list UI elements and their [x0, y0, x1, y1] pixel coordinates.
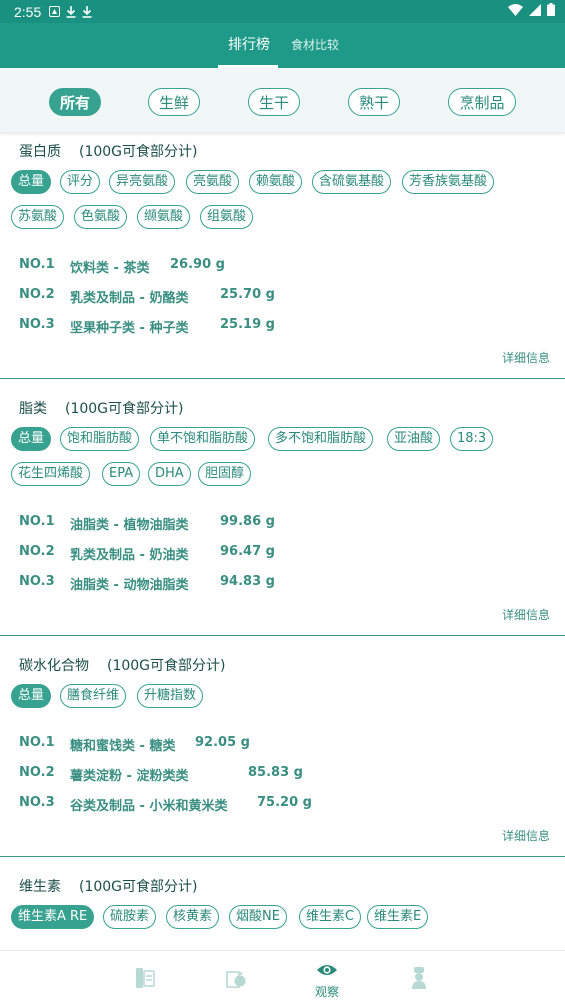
- nutrient-chip[interactable]: 维生素C: [299, 905, 362, 929]
- filter-cooked-dried[interactable]: 熟干: [348, 88, 400, 116]
- nav-ingredients[interactable]: [206, 951, 266, 1005]
- eye-icon: [317, 965, 337, 975]
- nutrient-chip[interactable]: 硫胺素: [103, 905, 157, 929]
- nutrient-chip[interactable]: 烟酸NE: [229, 905, 287, 929]
- fruit-basket-icon: [226, 971, 246, 988]
- nutrient-chip[interactable]: 维生素A RE: [11, 905, 95, 929]
- nutrient-chip[interactable]: 组氨酸: [200, 205, 254, 229]
- tab-ranking[interactable]: 排行榜: [228, 23, 270, 68]
- nutrient-chip[interactable]: 含硫氨基酸: [312, 170, 392, 194]
- nutrient-chip[interactable]: 膳食纤维: [60, 684, 127, 708]
- rank-value: 99.86 g: [220, 514, 275, 529]
- nutrient-chip[interactable]: 赖氨酸: [249, 170, 303, 194]
- nutrient-chip-total[interactable]: 总量: [11, 427, 52, 451]
- nutrient-chip[interactable]: 胆固醇: [198, 462, 252, 486]
- status-bar: 2:55: [0, 0, 565, 23]
- category-filter-bar: 所有 生鲜 生干 熟干 烹制品: [0, 68, 565, 132]
- details-link[interactable]: 详细信息: [502, 827, 550, 844]
- nutrient-chip[interactable]: 苏氨酸: [11, 205, 65, 229]
- nutrient-chip[interactable]: 缬氨酸: [137, 205, 191, 229]
- nav-calculator[interactable]: [115, 951, 175, 1005]
- nutrient-chip[interactable]: 核黄素: [166, 905, 220, 929]
- nutrient-chip[interactable]: EPA: [102, 462, 141, 486]
- rank-value: 26.90 g: [170, 257, 225, 272]
- filter-all[interactable]: 所有: [49, 88, 101, 116]
- signal-icon: [529, 3, 541, 16]
- filter-fresh[interactable]: 生鲜: [148, 88, 200, 116]
- rank-value: 25.70 g: [220, 287, 275, 302]
- nutrient-chip[interactable]: DHA: [148, 462, 191, 486]
- nutrient-chip[interactable]: 评分: [60, 170, 101, 194]
- filter-raw-dried[interactable]: 生干: [248, 88, 300, 116]
- nutrient-chip[interactable]: 异亮氨酸: [109, 170, 176, 194]
- tab-ingredient-compare[interactable]: 食材比较: [291, 23, 339, 68]
- section-title: 碳水化合物 (100G可食部分计): [19, 658, 226, 674]
- vitamin-section: 维生素 (100G可食部分计) 维生素A RE 硫胺素 核黄素 烟酸NE 维生素C…: [0, 867, 565, 950]
- section-divider: [0, 378, 565, 379]
- download-icon: [82, 5, 92, 18]
- nutrient-chip[interactable]: 饱和脂肪酸: [60, 427, 140, 451]
- chef-icon: [412, 967, 426, 989]
- nutrient-chip[interactable]: 18:3: [450, 427, 494, 451]
- details-link[interactable]: 详细信息: [502, 606, 550, 623]
- details-link[interactable]: 详细信息: [502, 349, 550, 366]
- nutrient-chip[interactable]: 花生四烯酸: [11, 462, 91, 486]
- app-bar: 排行榜 食材比较: [0, 23, 565, 68]
- download-icon: [66, 5, 76, 18]
- section-divider: [0, 856, 565, 857]
- notification-app-icon: [49, 5, 61, 17]
- section-title: 维生素 (100G可食部分计): [19, 879, 198, 895]
- battery-icon: [547, 3, 555, 16]
- rank-value: 94.83 g: [220, 574, 275, 589]
- nutrient-chip-total[interactable]: 总量: [11, 684, 52, 708]
- section-divider: [0, 635, 565, 636]
- nav-observe[interactable]: 观察: [297, 951, 357, 1005]
- nutrient-chip[interactable]: 色氨酸: [74, 205, 128, 229]
- bottom-navigation: 观察: [0, 950, 565, 1005]
- nutrient-chip[interactable]: 维生素E: [367, 905, 429, 929]
- section-title: 脂类 (100G可食部分计): [19, 401, 184, 417]
- filter-cooked-products[interactable]: 烹制品: [448, 88, 516, 116]
- carbohydrate-section: 碳水化合物 (100G可食部分计) 总量 膳食纤维 升糖指数 NO.1 糖和蜜饯类…: [0, 646, 565, 856]
- nutrient-chip[interactable]: 芳香族氨基酸: [402, 170, 495, 194]
- nutrient-chip[interactable]: 亮氨酸: [186, 170, 240, 194]
- nutrient-chip-total[interactable]: 总量: [11, 170, 52, 194]
- nutrient-chip[interactable]: 亚油酸: [387, 427, 441, 451]
- rank-value: 75.20 g: [257, 795, 312, 810]
- nav-profile[interactable]: [389, 951, 449, 1005]
- nutrient-chip[interactable]: 单不饱和脂肪酸: [150, 427, 256, 451]
- nutrient-chip[interactable]: 升糖指数: [137, 684, 204, 708]
- status-time: 2:55: [14, 3, 42, 20]
- section-title: 蛋白质 (100G可食部分计): [19, 144, 198, 160]
- protein-section: 蛋白质 (100G可食部分计) 总量 评分 异亮氨酸 亮氨酸 赖氨酸 含硫氨基酸 …: [0, 132, 565, 378]
- rank-value: 85.83 g: [248, 765, 303, 780]
- rank-value: 92.05 g: [195, 735, 250, 750]
- lipid-section: 脂类 (100G可食部分计) 总量 饱和脂肪酸 单不饱和脂肪酸 多不饱和脂肪酸 亚…: [0, 389, 565, 635]
- calculator-icon: [136, 968, 155, 988]
- wifi-icon: [508, 3, 523, 16]
- nutrient-chip[interactable]: 多不饱和脂肪酸: [268, 427, 374, 451]
- rank-value: 25.19 g: [220, 317, 275, 332]
- rank-value: 96.47 g: [220, 544, 275, 559]
- nav-observe-label: 观察: [314, 985, 339, 999]
